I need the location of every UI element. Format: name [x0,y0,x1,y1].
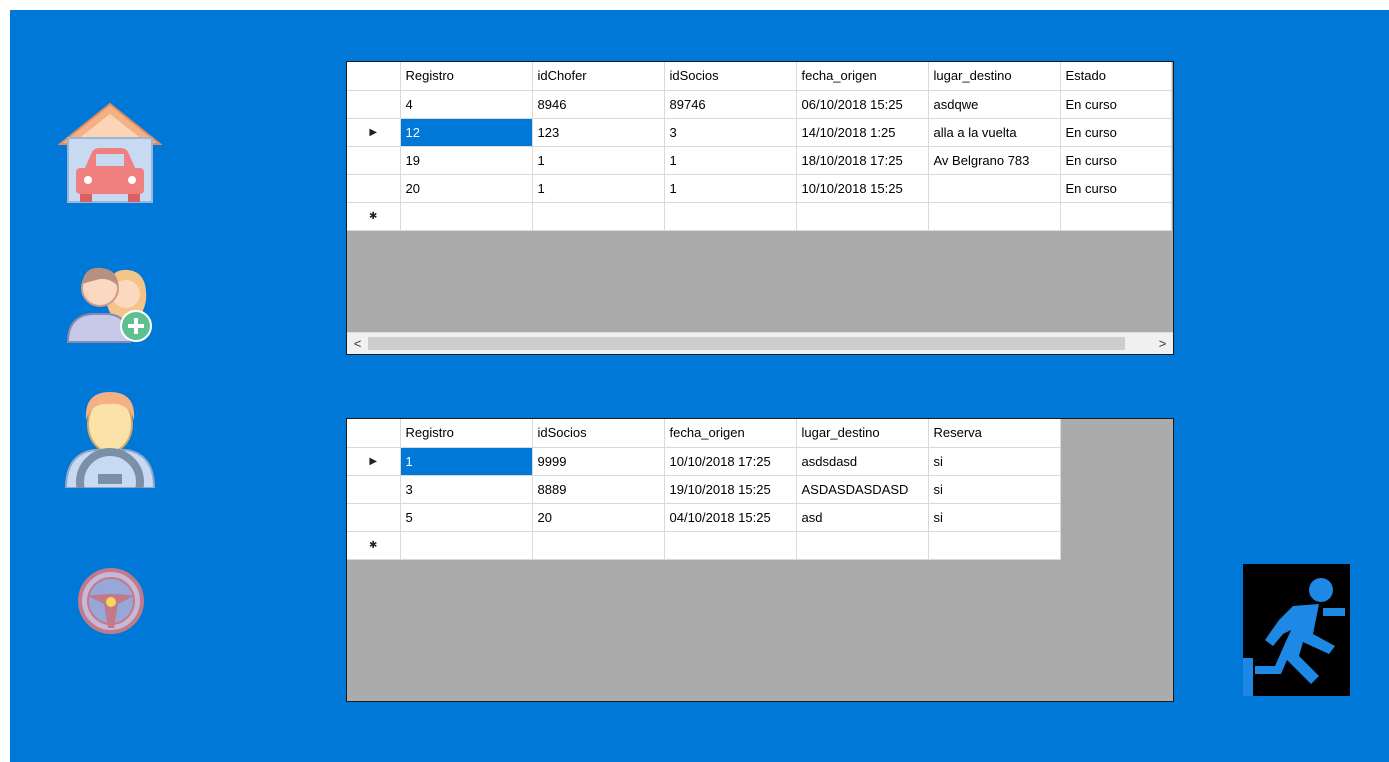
cell[interactable]: 5 [400,503,533,532]
new-row-marker[interactable]: ✱ [347,202,401,231]
scroll-right-button[interactable]: > [1152,333,1173,354]
row-header[interactable] [347,475,401,504]
table-row[interactable]: 5 20 04/10/2018 15:25 asd si [347,503,1061,532]
cell[interactable]: si [928,503,1061,532]
cell[interactable]: Av Belgrano 783 [928,146,1061,175]
cell[interactable] [532,531,665,560]
selected-cell[interactable]: 1 [400,447,533,476]
row-header[interactable] [347,174,401,203]
table-row[interactable]: ▶ 12 123 3 14/10/2018 1:25 alla a la vue… [347,118,1172,147]
cell[interactable]: asdsdasd [796,447,929,476]
column-header[interactable]: idSocios [532,419,665,448]
new-row[interactable]: ✱ [347,202,1172,231]
column-header[interactable]: idChofer [532,62,665,91]
cell[interactable] [664,531,797,560]
cell[interactable]: 20 [400,174,533,203]
cell[interactable]: si [928,447,1061,476]
current-row-marker[interactable]: ▶ [347,118,401,147]
cell[interactable]: 14/10/2018 1:25 [796,118,929,147]
column-header[interactable]: Reserva [928,419,1061,448]
table-header-row: Registro idSocios fecha_origen lugar_des… [347,419,1061,448]
garage-car-icon[interactable] [57,100,163,204]
table-header-row: Registro idChofer idSocios fecha_origen … [347,62,1172,91]
column-header[interactable]: fecha_origen [664,419,797,448]
cell[interactable]: 4 [400,90,533,119]
cell[interactable] [664,202,797,231]
cell[interactable]: 10/10/2018 17:25 [664,447,797,476]
viajes-table: Registro idChofer idSocios fecha_origen … [347,62,1172,231]
table-row[interactable]: 20 1 1 10/10/2018 15:25 En curso [347,174,1172,203]
cell[interactable]: 1 [532,146,665,175]
cell[interactable] [1060,202,1172,231]
column-header[interactable]: idSocios [664,62,797,91]
row-header-corner [347,419,401,448]
selected-cell[interactable]: 12 [400,118,533,147]
column-header[interactable]: lugar_destino [928,62,1061,91]
cell[interactable] [796,202,929,231]
table-row[interactable]: 19 1 1 18/10/2018 17:25 Av Belgrano 783 … [347,146,1172,175]
table-row[interactable]: 4 8946 89746 06/10/2018 15:25 asdqwe En … [347,90,1172,119]
cell[interactable]: 1 [664,174,797,203]
row-header[interactable] [347,90,401,119]
column-header[interactable]: Registro [400,419,533,448]
cell[interactable]: asdqwe [928,90,1061,119]
cell[interactable]: ASDASDASDASD [796,475,929,504]
new-row[interactable]: ✱ [347,531,1061,560]
table-row[interactable]: ▶ 1 9999 10/10/2018 17:25 asdsdasd si [347,447,1061,476]
exit-running-man-icon[interactable] [1243,564,1350,696]
cell[interactable] [928,202,1061,231]
cell[interactable] [532,202,665,231]
cell[interactable] [928,174,1061,203]
row-header-corner [347,62,401,91]
cell[interactable]: 1 [664,146,797,175]
cell[interactable]: 18/10/2018 17:25 [796,146,929,175]
cell[interactable] [400,202,533,231]
cell[interactable]: 20 [532,503,665,532]
scrollbar-thumb[interactable] [368,337,1125,350]
cell[interactable]: En curso [1060,174,1172,203]
cell[interactable]: asd [796,503,929,532]
driver-icon[interactable] [62,388,158,516]
cell[interactable]: 19 [400,146,533,175]
cell[interactable]: 19/10/2018 15:25 [664,475,797,504]
cell[interactable]: 3 [400,475,533,504]
table-row[interactable]: 3 8889 19/10/2018 15:25 ASDASDASDASD si [347,475,1061,504]
add-users-icon[interactable] [66,260,158,344]
cell[interactable] [796,531,929,560]
cell[interactable]: si [928,475,1061,504]
column-header[interactable]: lugar_destino [796,419,929,448]
cell[interactable]: 8946 [532,90,665,119]
row-header[interactable] [347,503,401,532]
cell[interactable] [928,531,1061,560]
current-row-marker[interactable]: ▶ [347,447,401,476]
main-form: Registro idChofer idSocios fecha_origen … [10,10,1389,762]
new-row-marker[interactable]: ✱ [347,531,401,560]
cell[interactable]: 9999 [532,447,665,476]
reservas-grid[interactable]: Registro idSocios fecha_origen lugar_des… [346,418,1174,702]
cell[interactable]: 89746 [664,90,797,119]
row-header[interactable] [347,146,401,175]
cell[interactable]: 06/10/2018 15:25 [796,90,929,119]
cell[interactable] [400,531,533,560]
column-header[interactable]: Estado [1060,62,1172,91]
column-header[interactable]: Registro [400,62,533,91]
cell[interactable]: 1 [532,174,665,203]
scroll-left-button[interactable]: < [347,333,368,354]
cell[interactable]: En curso [1060,118,1172,147]
steering-wheel-icon[interactable] [76,566,146,636]
cell[interactable]: 3 [664,118,797,147]
viajes-grid[interactable]: Registro idChofer idSocios fecha_origen … [346,61,1174,355]
cell[interactable]: 8889 [532,475,665,504]
horizontal-scrollbar[interactable]: < > [347,332,1173,354]
cell[interactable]: 123 [532,118,665,147]
cell[interactable]: En curso [1060,90,1172,119]
cell[interactable]: 10/10/2018 15:25 [796,174,929,203]
cell[interactable]: alla a la vuelta [928,118,1061,147]
cell[interactable]: En curso [1060,146,1172,175]
column-header[interactable]: fecha_origen [796,62,929,91]
cell[interactable]: 04/10/2018 15:25 [664,503,797,532]
reservas-table: Registro idSocios fecha_origen lugar_des… [347,419,1061,560]
